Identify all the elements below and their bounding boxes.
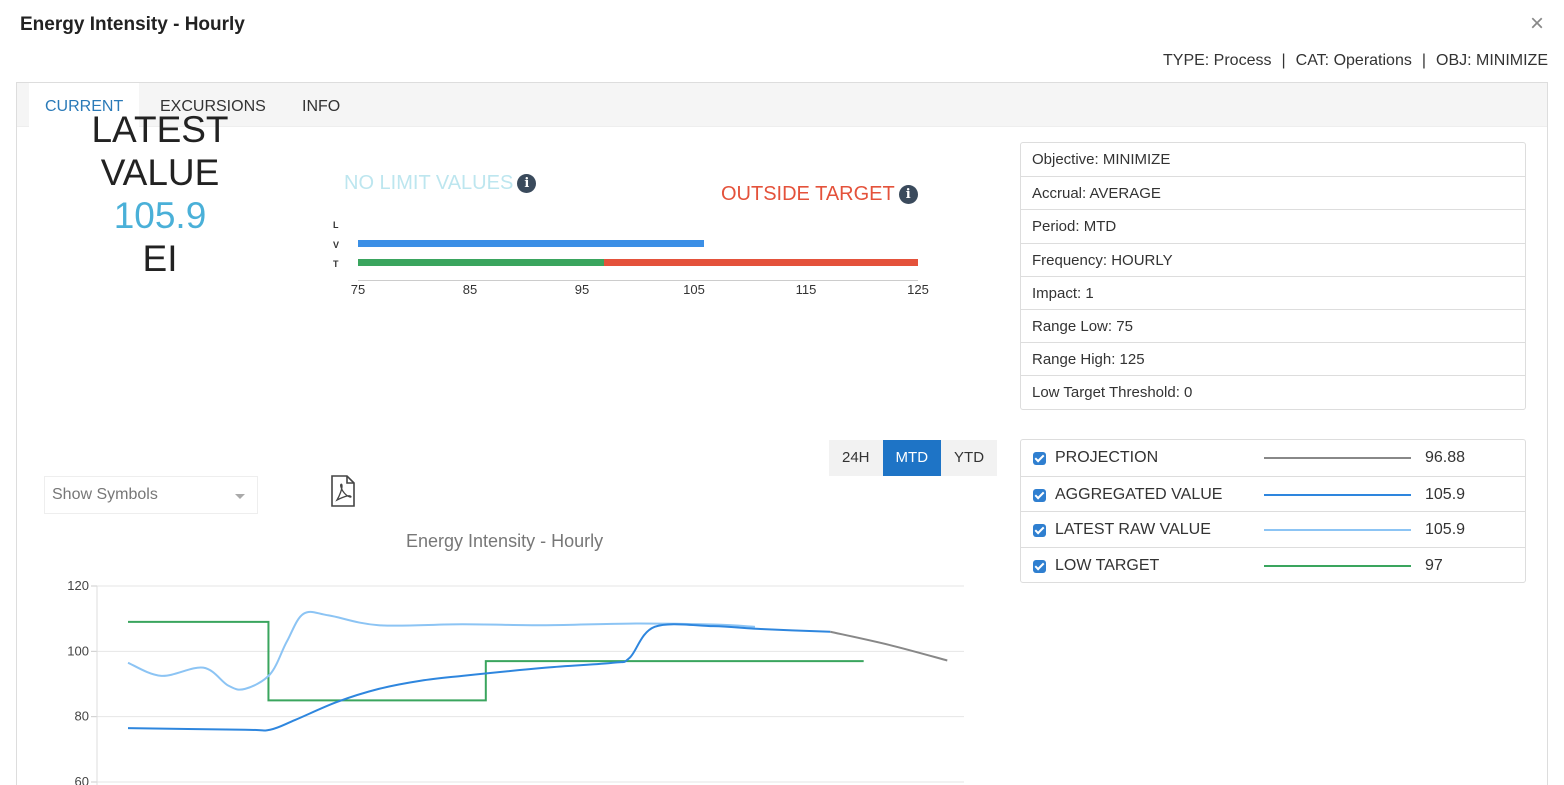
meta-type: TYPE: Process bbox=[1163, 52, 1272, 69]
energy-intensity-chart: 120 100 80 60 bbox=[67, 578, 964, 785]
series-row-low-target[interactable]: LOW TARGET 97 bbox=[1021, 546, 1525, 583]
series-name: PROJECTION bbox=[1055, 449, 1159, 466]
series-name: LATEST RAW VALUE bbox=[1055, 521, 1211, 538]
series-legend-table: PROJECTION 96.88 AGGREGATED VALUE 105.9 … bbox=[1020, 439, 1526, 583]
series-name: AGGREGATED VALUE bbox=[1055, 485, 1223, 503]
meta-separator: | bbox=[1281, 52, 1286, 69]
property-range-high: Range High: 125 bbox=[1021, 342, 1525, 375]
checkbox-checked-icon[interactable] bbox=[1033, 524, 1046, 537]
series-row-projection[interactable]: PROJECTION 96.88 bbox=[1021, 440, 1525, 476]
series-line-swatch bbox=[1264, 564, 1411, 567]
property-objective: Objective: MINIMIZE bbox=[1032, 151, 1171, 168]
series-value: 105.9 bbox=[1425, 485, 1466, 503]
series-value: 96.88 bbox=[1425, 449, 1466, 466]
series-row-latest-raw-value[interactable]: LATEST RAW VALUE 105.9 bbox=[1021, 511, 1525, 547]
property-accrual: Accrual: AVERAGE bbox=[1021, 176, 1525, 209]
series-line-swatch bbox=[1264, 493, 1411, 496]
y-tick-label: 100 bbox=[67, 643, 89, 658]
checkbox-checked-icon[interactable] bbox=[1033, 488, 1046, 502]
close-icon[interactable]: × bbox=[1530, 10, 1544, 38]
meta-cat: CAT: Operations bbox=[1295, 52, 1412, 69]
meta-separator: | bbox=[1421, 52, 1426, 69]
properties-table: Objective: MINIMIZE Accrual: AVERAGE Per… bbox=[1020, 142, 1526, 410]
checkbox-checked-icon[interactable] bbox=[1033, 452, 1046, 465]
series-line-low-target bbox=[128, 620, 864, 702]
property-impact: Impact: 1 bbox=[1021, 275, 1525, 309]
series-name: LOW TARGET bbox=[1055, 556, 1160, 574]
series-value: 97 bbox=[1425, 556, 1443, 574]
series-line-aggregated-value bbox=[127, 623, 831, 732]
checkbox-checked-icon[interactable] bbox=[1033, 559, 1046, 573]
series-line-swatch bbox=[1264, 457, 1411, 459]
property-period: Period: MTD bbox=[1021, 209, 1525, 242]
y-tick-label: 60 bbox=[75, 774, 89, 785]
property-low-target-threshold: Low Target Threshold: 0 bbox=[1021, 375, 1525, 408]
kpi-meta: TYPE: Process | CAT: Operations | OBJ: MINIM… bbox=[1163, 52, 1548, 70]
series-line-projection bbox=[830, 630, 948, 662]
series-row-aggregated-value[interactable]: AGGREGATED VALUE 105.9 bbox=[1021, 475, 1525, 512]
series-value: 105.9 bbox=[1425, 521, 1466, 538]
property-range-low: Range Low: 75 bbox=[1021, 308, 1525, 342]
meta-obj: OBJ: MINIMIZE bbox=[1436, 52, 1548, 69]
series-line-swatch bbox=[1264, 529, 1411, 531]
y-tick-label: 120 bbox=[67, 578, 89, 593]
property-frequency: Frequency: HOURLY bbox=[1021, 242, 1525, 276]
y-tick-label: 80 bbox=[75, 709, 89, 724]
